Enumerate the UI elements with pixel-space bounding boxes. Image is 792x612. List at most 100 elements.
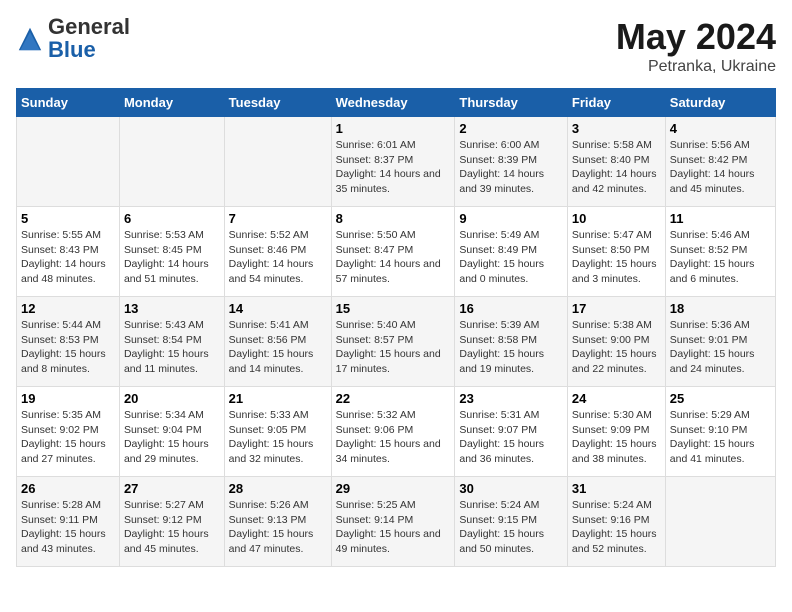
title-block: May 2024 Petranka, Ukraine [616,16,776,76]
main-title: May 2024 [616,16,776,58]
calendar-cell: 21Sunrise: 5:33 AM Sunset: 9:05 PM Dayli… [224,387,331,477]
day-number: 6 [124,211,220,226]
calendar-cell: 17 Sunrise: 5:38 AM Sunset: 9:00 PM Dayli… [567,297,665,387]
cell-info: Sunrise: 5:35 AM Sunset: 9:02 PM Dayligh… [21,408,115,467]
header-day: Sunday [17,89,120,117]
calendar-cell: 13 Sunrise: 5:43 AM Sunset: 8:54 PM Dayli… [119,297,224,387]
day-number: 10 [572,211,661,226]
day-number: 18 [670,301,771,316]
subtitle: Petranka, Ukraine [616,58,776,76]
calendar-cell: 27 Sunrise: 5:27 AM Sunset: 9:12 PM Dayli… [119,477,224,567]
day-number: 20 [124,391,220,406]
cell-info: Sunrise: 5:32 AM Sunset: 9:06 PM Dayligh… [336,408,451,467]
calendar-cell: 5 Sunrise: 5:55 AM Sunset: 8:43 PM Daylig… [17,207,120,297]
calendar-cell: 28 Sunrise: 5:26 AM Sunset: 9:13 PM Dayli… [224,477,331,567]
calendar-cell [224,117,331,207]
day-number: 8 [336,211,451,226]
day-number: 30 [459,481,563,496]
cell-info: Sunrise: 5:31 AM Sunset: 9:07 PM Dayligh… [459,408,563,467]
cell-info: Sunrise: 5:25 AM Sunset: 9:14 PM Dayligh… [336,498,451,557]
calendar-cell: 18 Sunrise: 5:36 AM Sunset: 9:01 PM Dayli… [665,297,775,387]
calendar-cell: 8 Sunrise: 5:50 AM Sunset: 8:47 PM Daylig… [331,207,455,297]
calendar-cell: 24Sunrise: 5:30 AM Sunset: 9:09 PM Dayli… [567,387,665,477]
calendar-row: 1Sunrise: 6:01 AM Sunset: 8:37 PM Daylig… [17,117,776,207]
calendar-cell: 15 Sunrise: 5:40 AM Sunset: 8:57 PM Dayli… [331,297,455,387]
day-number: 25 [670,391,771,406]
calendar-cell: 20Sunrise: 5:34 AM Sunset: 9:04 PM Dayli… [119,387,224,477]
logo-text: General Blue [48,16,130,62]
cell-info: Sunrise: 6:00 AM Sunset: 8:39 PM Dayligh… [459,138,563,197]
calendar-cell: 1Sunrise: 6:01 AM Sunset: 8:37 PM Daylig… [331,117,455,207]
cell-info: Sunrise: 5:38 AM Sunset: 9:00 PM Dayligh… [572,318,661,377]
calendar-cell: 26 Sunrise: 5:28 AM Sunset: 9:11 PM Dayli… [17,477,120,567]
day-number: 28 [229,481,327,496]
calendar-cell: 23 Sunrise: 5:31 AM Sunset: 9:07 PM Dayli… [455,387,568,477]
cell-info: Sunrise: 5:29 AM Sunset: 9:10 PM Dayligh… [670,408,771,467]
day-number: 15 [336,301,451,316]
calendar-cell: 16 Sunrise: 5:39 AM Sunset: 8:58 PM Dayli… [455,297,568,387]
day-number: 31 [572,481,661,496]
calendar-row: 12 Sunrise: 5:44 AM Sunset: 8:53 PM Dayli… [17,297,776,387]
cell-info: Sunrise: 5:52 AM Sunset: 8:46 PM Dayligh… [229,228,327,287]
calendar-row: 19 Sunrise: 5:35 AM Sunset: 9:02 PM Dayli… [17,387,776,477]
day-number: 16 [459,301,563,316]
day-number: 5 [21,211,115,226]
calendar-table: SundayMondayTuesdayWednesdayThursdayFrid… [16,88,776,567]
cell-info: Sunrise: 5:39 AM Sunset: 8:58 PM Dayligh… [459,318,563,377]
calendar-cell: 3Sunrise: 5:58 AM Sunset: 8:40 PM Daylig… [567,117,665,207]
calendar-cell: 22 Sunrise: 5:32 AM Sunset: 9:06 PM Dayli… [331,387,455,477]
calendar-cell [119,117,224,207]
header-day: Thursday [455,89,568,117]
calendar-row: 26 Sunrise: 5:28 AM Sunset: 9:11 PM Dayli… [17,477,776,567]
cell-info: Sunrise: 5:27 AM Sunset: 9:12 PM Dayligh… [124,498,220,557]
calendar-cell: 2 Sunrise: 6:00 AM Sunset: 8:39 PM Daylig… [455,117,568,207]
cell-info: Sunrise: 5:49 AM Sunset: 8:49 PM Dayligh… [459,228,563,287]
cell-info: Sunrise: 5:43 AM Sunset: 8:54 PM Dayligh… [124,318,220,377]
cell-info: Sunrise: 5:24 AM Sunset: 9:16 PM Dayligh… [572,498,661,557]
cell-info: Sunrise: 5:36 AM Sunset: 9:01 PM Dayligh… [670,318,771,377]
day-number: 19 [21,391,115,406]
cell-info: Sunrise: 5:55 AM Sunset: 8:43 PM Dayligh… [21,228,115,287]
header-day: Friday [567,89,665,117]
day-number: 3 [572,121,661,136]
day-number: 27 [124,481,220,496]
cell-info: Sunrise: 5:44 AM Sunset: 8:53 PM Dayligh… [21,318,115,377]
day-number: 13 [124,301,220,316]
calendar-cell: 11Sunrise: 5:46 AM Sunset: 8:52 PM Dayli… [665,207,775,297]
header-day: Tuesday [224,89,331,117]
header-row: SundayMondayTuesdayWednesdayThursdayFrid… [17,89,776,117]
day-number: 21 [229,391,327,406]
calendar-cell: 6 Sunrise: 5:53 AM Sunset: 8:45 PM Daylig… [119,207,224,297]
day-number: 23 [459,391,563,406]
cell-info: Sunrise: 6:01 AM Sunset: 8:37 PM Dayligh… [336,138,451,197]
day-number: 2 [459,121,563,136]
day-number: 29 [336,481,451,496]
cell-info: Sunrise: 5:56 AM Sunset: 8:42 PM Dayligh… [670,138,771,197]
calendar-row: 5 Sunrise: 5:55 AM Sunset: 8:43 PM Daylig… [17,207,776,297]
day-number: 9 [459,211,563,226]
cell-info: Sunrise: 5:41 AM Sunset: 8:56 PM Dayligh… [229,318,327,377]
cell-info: Sunrise: 5:46 AM Sunset: 8:52 PM Dayligh… [670,228,771,287]
calendar-cell [665,477,775,567]
calendar-cell: 25 Sunrise: 5:29 AM Sunset: 9:10 PM Dayli… [665,387,775,477]
day-number: 26 [21,481,115,496]
logo-icon [16,25,44,53]
day-number: 12 [21,301,115,316]
calendar-cell: 10Sunrise: 5:47 AM Sunset: 8:50 PM Dayli… [567,207,665,297]
cell-info: Sunrise: 5:26 AM Sunset: 9:13 PM Dayligh… [229,498,327,557]
calendar-cell: 4Sunrise: 5:56 AM Sunset: 8:42 PM Daylig… [665,117,775,207]
day-number: 7 [229,211,327,226]
page-header: General Blue May 2024 Petranka, Ukraine [16,16,776,76]
cell-info: Sunrise: 5:53 AM Sunset: 8:45 PM Dayligh… [124,228,220,287]
day-number: 17 [572,301,661,316]
day-number: 22 [336,391,451,406]
calendar-cell: 31 Sunrise: 5:24 AM Sunset: 9:16 PM Dayli… [567,477,665,567]
cell-info: Sunrise: 5:28 AM Sunset: 9:11 PM Dayligh… [21,498,115,557]
cell-info: Sunrise: 5:50 AM Sunset: 8:47 PM Dayligh… [336,228,451,287]
calendar-cell: 29 Sunrise: 5:25 AM Sunset: 9:14 PM Dayli… [331,477,455,567]
cell-info: Sunrise: 5:40 AM Sunset: 8:57 PM Dayligh… [336,318,451,377]
calendar-cell: 7 Sunrise: 5:52 AM Sunset: 8:46 PM Daylig… [224,207,331,297]
calendar-cell: 30Sunrise: 5:24 AM Sunset: 9:15 PM Dayli… [455,477,568,567]
cell-info: Sunrise: 5:30 AM Sunset: 9:09 PM Dayligh… [572,408,661,467]
logo: General Blue [16,16,130,62]
